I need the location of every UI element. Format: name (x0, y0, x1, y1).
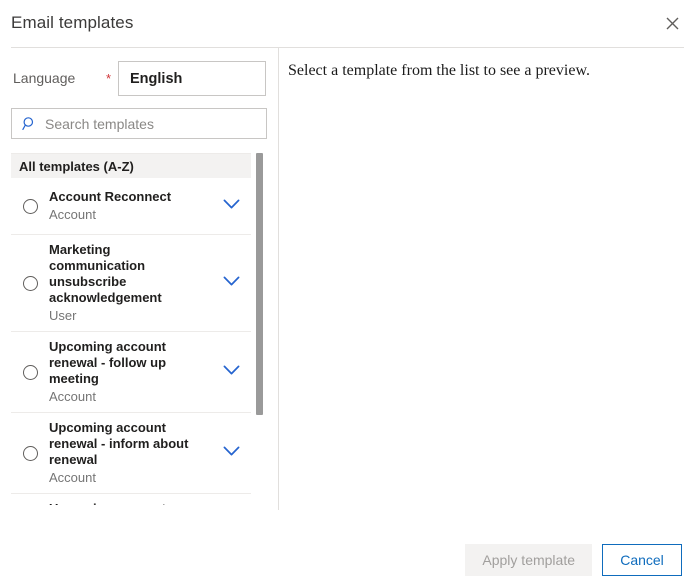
close-icon (666, 17, 679, 30)
search-box[interactable] (11, 108, 267, 139)
group-header-all-templates[interactable]: All templates (A-Z) (11, 153, 251, 178)
radio-cell (11, 364, 49, 380)
apply-template-button[interactable]: Apply template (465, 544, 592, 576)
template-entity: Account (49, 389, 96, 404)
list-scrollbar-thumb[interactable] (256, 153, 263, 415)
expand-button[interactable] (211, 197, 251, 215)
template-preview-pane: Select a template from the list to see a… (279, 48, 694, 510)
template-title: Account Reconnect (49, 189, 172, 204)
list-item[interactable]: Account Reconnect Account (11, 178, 251, 235)
chevron-down-icon (223, 197, 240, 215)
dialog-header: Email templates (0, 0, 694, 47)
template-title: Upcoming account renewal - inform about … (49, 420, 189, 467)
chevron-down-icon (223, 363, 240, 381)
language-select[interactable]: English (118, 61, 266, 96)
close-button[interactable] (654, 6, 690, 40)
list-item[interactable]: Marketing communication unsubscribe ackn… (11, 235, 251, 332)
cancel-button[interactable]: Cancel (602, 544, 682, 576)
template-radio[interactable] (22, 275, 38, 291)
chevron-down-icon (223, 444, 240, 462)
template-radio[interactable] (22, 364, 38, 380)
dialog-footer: Apply template Cancel (0, 510, 694, 584)
expand-button[interactable] (211, 274, 251, 292)
language-row: Language * English (0, 61, 278, 97)
group-header-label: All templates (A-Z) (19, 158, 134, 174)
radio-cell (11, 198, 49, 214)
row-text: Marketing communication unsubscribe ackn… (49, 242, 211, 324)
dialog-body: Language * English All templates (A-Z) (0, 48, 694, 510)
template-entity: User (49, 308, 77, 323)
page-title: Email templates (11, 13, 134, 32)
preview-placeholder-text: Select a template from the list to see a… (288, 62, 590, 79)
template-title: Marketing communication unsubscribe ackn… (49, 242, 162, 305)
row-text: Account Reconnect Account (49, 189, 211, 223)
template-entity: Account (49, 470, 96, 485)
row-text: Upcoming account renewal - follow up mee… (49, 339, 211, 405)
template-list: Account Reconnect Account Marketing comm… (11, 178, 251, 505)
radio-cell (11, 445, 49, 461)
radio-cell (11, 275, 49, 291)
language-label: Language (13, 70, 76, 86)
template-radio[interactable] (22, 445, 38, 461)
footer-buttons: Apply template Cancel (465, 544, 682, 576)
search-input[interactable] (45, 115, 240, 132)
list-item[interactable]: Upcoming account renewal - share quote A… (11, 494, 251, 505)
chevron-down-icon (223, 274, 240, 292)
template-selection-pane: Language * English All templates (A-Z) (0, 48, 278, 510)
language-selected-value: English (130, 70, 183, 87)
list-scrollbar[interactable] (255, 153, 264, 505)
row-text: Upcoming account renewal - inform about … (49, 420, 211, 486)
template-title: Upcoming account renewal - share quote (49, 501, 207, 505)
expand-button[interactable] (211, 444, 251, 462)
list-item[interactable]: Upcoming account renewal - inform about … (11, 413, 251, 494)
expand-button[interactable] (211, 363, 251, 381)
required-asterisk: * (106, 71, 112, 86)
search-icon (22, 116, 37, 131)
template-radio[interactable] (22, 198, 38, 214)
list-item[interactable]: Upcoming account renewal - follow up mee… (11, 332, 251, 413)
template-title: Upcoming account renewal - follow up mee… (49, 339, 167, 386)
row-text: Upcoming account renewal - share quote A… (49, 501, 211, 505)
template-entity: Account (49, 207, 96, 222)
